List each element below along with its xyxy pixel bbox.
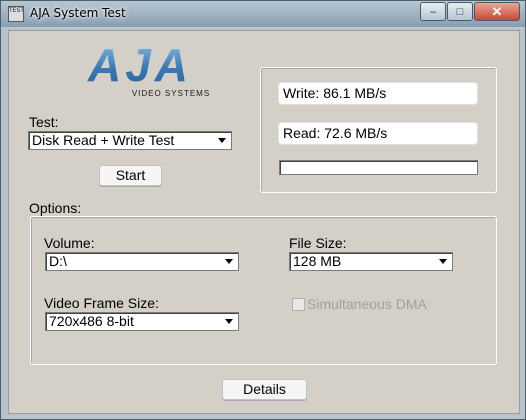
app-icon: TEST xyxy=(8,6,24,22)
options-label: Options: xyxy=(29,200,82,216)
simultaneous-dma-checkbox[interactable] xyxy=(292,298,305,311)
close-button[interactable]: ✕ xyxy=(474,2,520,21)
close-icon: ✕ xyxy=(491,3,503,19)
frame-size-select[interactable]: 720x486 8-bit xyxy=(45,312,239,331)
file-size-label: File Size: xyxy=(289,235,347,251)
volume-select[interactable]: D:\ xyxy=(45,252,239,271)
chevron-down-icon xyxy=(216,134,229,147)
volume-label: Volume: xyxy=(44,235,95,251)
minimize-button[interactable]: – xyxy=(420,2,446,21)
file-size-select[interactable]: 128 MB xyxy=(289,252,453,271)
maximize-button[interactable]: □ xyxy=(447,2,473,21)
app-window: TEST AJA System Test – □ ✕ AJA VIDEO SYS… xyxy=(0,0,526,420)
test-progress-bar xyxy=(279,160,478,175)
write-speed-readout: Write: 86.1 MB/s xyxy=(278,82,478,105)
frame-size-value: 720x486 8-bit xyxy=(49,313,134,329)
volume-value: D:\ xyxy=(49,253,67,269)
aja-logo: AJA VIDEO SYSTEMS xyxy=(87,43,210,98)
title-bar[interactable]: TEST AJA System Test – □ ✕ xyxy=(1,1,525,28)
options-group: Volume: D:\ File Size: 128 MB Video Fram… xyxy=(30,216,497,365)
start-button[interactable]: Start xyxy=(99,165,162,186)
details-button[interactable]: Details xyxy=(222,379,307,400)
logo-wordmark: AJA xyxy=(87,43,192,91)
client-area: AJA VIDEO SYSTEMS Test: Disk Read + Writ… xyxy=(8,30,520,414)
chevron-down-icon xyxy=(437,255,450,268)
test-type-select[interactable]: Disk Read + Write Test xyxy=(28,131,232,150)
file-size-value: 128 MB xyxy=(293,253,342,269)
test-type-value: Disk Read + Write Test xyxy=(32,132,175,148)
simultaneous-dma-label: Simultaneous DMA xyxy=(307,296,427,312)
maximize-icon: □ xyxy=(456,5,464,18)
chevron-down-icon xyxy=(223,315,236,328)
minimize-icon: – xyxy=(429,5,437,18)
window-title: AJA System Test xyxy=(30,6,126,20)
logo-tagline: VIDEO SYSTEMS xyxy=(132,89,210,98)
read-speed-readout: Read: 72.6 MB/s xyxy=(278,122,478,145)
chevron-down-icon xyxy=(223,255,236,268)
results-group: Write: 86.1 MB/s Read: 72.6 MB/s xyxy=(260,67,497,193)
test-label: Test: xyxy=(29,114,59,130)
frame-size-label: Video Frame Size: xyxy=(44,295,159,311)
